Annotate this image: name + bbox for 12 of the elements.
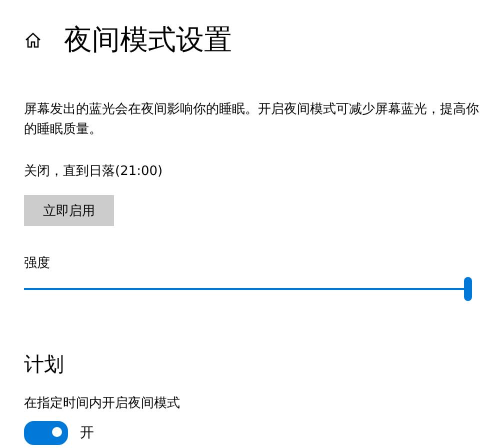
home-icon[interactable] (24, 31, 42, 49)
toggle-state-text: 开 (80, 424, 94, 442)
strength-slider[interactable] (24, 277, 472, 301)
section-heading: 计划 (24, 351, 65, 377)
slider-thumb[interactable] (464, 277, 472, 301)
slider-label: 强度 (24, 255, 51, 273)
enable-now-button[interactable]: 立即启用 (24, 195, 114, 226)
status-text: 关闭，直到日落(21:00) (24, 163, 164, 181)
description-text: 屏幕发出的蓝光会在夜间影响你的睡眠。开启夜间模式可减少屏幕蓝光，提高你的睡眠质量。 (24, 101, 479, 139)
toggle-label: 在指定时间内开启夜间模式 (24, 395, 181, 413)
toggle-switch[interactable] (24, 421, 68, 445)
page-title: 夜间模式设置 (64, 22, 232, 58)
